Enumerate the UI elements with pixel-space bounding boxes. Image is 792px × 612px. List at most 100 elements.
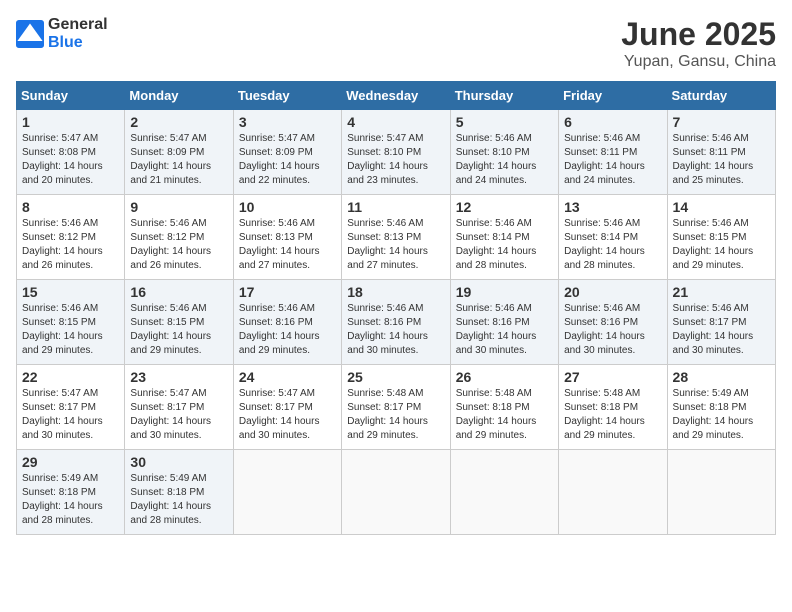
calendar-cell: 17 Sunrise: 5:46 AM Sunset: 8:16 PM Dayl…	[233, 280, 341, 365]
day-info: Sunrise: 5:46 AM Sunset: 8:15 PM Dayligh…	[673, 217, 770, 273]
day-number: 26	[456, 369, 553, 385]
calendar-cell: 27 Sunrise: 5:48 AM Sunset: 8:18 PM Dayl…	[559, 365, 667, 450]
day-info: Sunrise: 5:49 AM Sunset: 8:18 PM Dayligh…	[22, 472, 119, 528]
day-info: Sunrise: 5:49 AM Sunset: 8:18 PM Dayligh…	[130, 472, 227, 528]
day-number: 30	[130, 454, 227, 470]
day-number: 8	[22, 199, 119, 215]
day-number: 7	[673, 114, 770, 130]
calendar-cell: 15 Sunrise: 5:46 AM Sunset: 8:15 PM Dayl…	[17, 280, 125, 365]
day-info: Sunrise: 5:47 AM Sunset: 8:17 PM Dayligh…	[22, 387, 119, 443]
day-number: 12	[456, 199, 553, 215]
calendar-week-row: 1 Sunrise: 5:47 AM Sunset: 8:08 PM Dayli…	[17, 110, 776, 195]
calendar-week-row: 22 Sunrise: 5:47 AM Sunset: 8:17 PM Dayl…	[17, 365, 776, 450]
day-info: Sunrise: 5:46 AM Sunset: 8:13 PM Dayligh…	[347, 217, 444, 273]
day-number: 13	[564, 199, 661, 215]
header-wednesday: Wednesday	[342, 82, 450, 110]
day-info: Sunrise: 5:46 AM Sunset: 8:16 PM Dayligh…	[564, 302, 661, 358]
calendar-cell: 2 Sunrise: 5:47 AM Sunset: 8:09 PM Dayli…	[125, 110, 233, 195]
calendar-cell: 9 Sunrise: 5:46 AM Sunset: 8:12 PM Dayli…	[125, 195, 233, 280]
day-number: 23	[130, 369, 227, 385]
day-info: Sunrise: 5:46 AM Sunset: 8:14 PM Dayligh…	[564, 217, 661, 273]
day-info: Sunrise: 5:46 AM Sunset: 8:16 PM Dayligh…	[347, 302, 444, 358]
day-number: 24	[239, 369, 336, 385]
day-info: Sunrise: 5:46 AM Sunset: 8:10 PM Dayligh…	[456, 132, 553, 188]
calendar-cell: 1 Sunrise: 5:47 AM Sunset: 8:08 PM Dayli…	[17, 110, 125, 195]
day-info: Sunrise: 5:48 AM Sunset: 8:18 PM Dayligh…	[564, 387, 661, 443]
day-number: 11	[347, 199, 444, 215]
calendar-cell: 7 Sunrise: 5:46 AM Sunset: 8:11 PM Dayli…	[667, 110, 775, 195]
day-info: Sunrise: 5:48 AM Sunset: 8:17 PM Dayligh…	[347, 387, 444, 443]
header-monday: Monday	[125, 82, 233, 110]
day-info: Sunrise: 5:49 AM Sunset: 8:18 PM Dayligh…	[673, 387, 770, 443]
calendar-cell: 24 Sunrise: 5:47 AM Sunset: 8:17 PM Dayl…	[233, 365, 341, 450]
calendar-cell: 29 Sunrise: 5:49 AM Sunset: 8:18 PM Dayl…	[17, 450, 125, 535]
day-number: 9	[130, 199, 227, 215]
header-thursday: Thursday	[450, 82, 558, 110]
calendar-cell: 18 Sunrise: 5:46 AM Sunset: 8:16 PM Dayl…	[342, 280, 450, 365]
calendar-week-row: 8 Sunrise: 5:46 AM Sunset: 8:12 PM Dayli…	[17, 195, 776, 280]
calendar-cell	[450, 450, 558, 535]
day-info: Sunrise: 5:46 AM Sunset: 8:11 PM Dayligh…	[673, 132, 770, 188]
calendar-cell: 22 Sunrise: 5:47 AM Sunset: 8:17 PM Dayl…	[17, 365, 125, 450]
day-info: Sunrise: 5:46 AM Sunset: 8:15 PM Dayligh…	[22, 302, 119, 358]
day-number: 18	[347, 284, 444, 300]
calendar-cell: 11 Sunrise: 5:46 AM Sunset: 8:13 PM Dayl…	[342, 195, 450, 280]
logo: General Blue	[16, 16, 108, 52]
header-saturday: Saturday	[667, 82, 775, 110]
day-number: 5	[456, 114, 553, 130]
title-area: June 2025 Yupan, Gansu, China	[621, 16, 776, 71]
calendar-cell: 6 Sunrise: 5:46 AM Sunset: 8:11 PM Dayli…	[559, 110, 667, 195]
calendar-cell: 16 Sunrise: 5:46 AM Sunset: 8:15 PM Dayl…	[125, 280, 233, 365]
calendar-week-row: 15 Sunrise: 5:46 AM Sunset: 8:15 PM Dayl…	[17, 280, 776, 365]
month-title: June 2025	[621, 16, 776, 53]
day-number: 28	[673, 369, 770, 385]
calendar-cell: 28 Sunrise: 5:49 AM Sunset: 8:18 PM Dayl…	[667, 365, 775, 450]
day-info: Sunrise: 5:47 AM Sunset: 8:08 PM Dayligh…	[22, 132, 119, 188]
calendar-cell: 5 Sunrise: 5:46 AM Sunset: 8:10 PM Dayli…	[450, 110, 558, 195]
day-number: 25	[347, 369, 444, 385]
day-number: 20	[564, 284, 661, 300]
day-number: 21	[673, 284, 770, 300]
calendar-cell	[667, 450, 775, 535]
calendar-cell: 21 Sunrise: 5:46 AM Sunset: 8:17 PM Dayl…	[667, 280, 775, 365]
day-info: Sunrise: 5:46 AM Sunset: 8:12 PM Dayligh…	[22, 217, 119, 273]
calendar-cell	[342, 450, 450, 535]
day-info: Sunrise: 5:47 AM Sunset: 8:10 PM Dayligh…	[347, 132, 444, 188]
header-sunday: Sunday	[17, 82, 125, 110]
day-info: Sunrise: 5:48 AM Sunset: 8:18 PM Dayligh…	[456, 387, 553, 443]
calendar-header-row: Sunday Monday Tuesday Wednesday Thursday…	[17, 82, 776, 110]
location-title: Yupan, Gansu, China	[621, 53, 776, 71]
day-info: Sunrise: 5:46 AM Sunset: 8:13 PM Dayligh…	[239, 217, 336, 273]
calendar-cell: 19 Sunrise: 5:46 AM Sunset: 8:16 PM Dayl…	[450, 280, 558, 365]
day-number: 22	[22, 369, 119, 385]
calendar-cell: 10 Sunrise: 5:46 AM Sunset: 8:13 PM Dayl…	[233, 195, 341, 280]
calendar-cell: 23 Sunrise: 5:47 AM Sunset: 8:17 PM Dayl…	[125, 365, 233, 450]
calendar-cell: 26 Sunrise: 5:48 AM Sunset: 8:18 PM Dayl…	[450, 365, 558, 450]
day-number: 29	[22, 454, 119, 470]
day-info: Sunrise: 5:47 AM Sunset: 8:17 PM Dayligh…	[239, 387, 336, 443]
day-info: Sunrise: 5:47 AM Sunset: 8:09 PM Dayligh…	[130, 132, 227, 188]
calendar-cell: 30 Sunrise: 5:49 AM Sunset: 8:18 PM Dayl…	[125, 450, 233, 535]
day-number: 6	[564, 114, 661, 130]
day-number: 14	[673, 199, 770, 215]
calendar-table: Sunday Monday Tuesday Wednesday Thursday…	[16, 81, 776, 535]
day-number: 27	[564, 369, 661, 385]
day-number: 19	[456, 284, 553, 300]
day-number: 16	[130, 284, 227, 300]
calendar-cell: 20 Sunrise: 5:46 AM Sunset: 8:16 PM Dayl…	[559, 280, 667, 365]
day-number: 4	[347, 114, 444, 130]
calendar-cell: 14 Sunrise: 5:46 AM Sunset: 8:15 PM Dayl…	[667, 195, 775, 280]
calendar-cell: 8 Sunrise: 5:46 AM Sunset: 8:12 PM Dayli…	[17, 195, 125, 280]
page-header: General Blue June 2025 Yupan, Gansu, Chi…	[16, 16, 776, 71]
day-info: Sunrise: 5:46 AM Sunset: 8:11 PM Dayligh…	[564, 132, 661, 188]
logo-general: General	[48, 16, 108, 33]
day-number: 15	[22, 284, 119, 300]
calendar-cell: 4 Sunrise: 5:47 AM Sunset: 8:10 PM Dayli…	[342, 110, 450, 195]
day-info: Sunrise: 5:46 AM Sunset: 8:14 PM Dayligh…	[456, 217, 553, 273]
header-friday: Friday	[559, 82, 667, 110]
header-tuesday: Tuesday	[233, 82, 341, 110]
day-number: 3	[239, 114, 336, 130]
day-info: Sunrise: 5:46 AM Sunset: 8:17 PM Dayligh…	[673, 302, 770, 358]
day-info: Sunrise: 5:46 AM Sunset: 8:16 PM Dayligh…	[239, 302, 336, 358]
day-info: Sunrise: 5:47 AM Sunset: 8:17 PM Dayligh…	[130, 387, 227, 443]
